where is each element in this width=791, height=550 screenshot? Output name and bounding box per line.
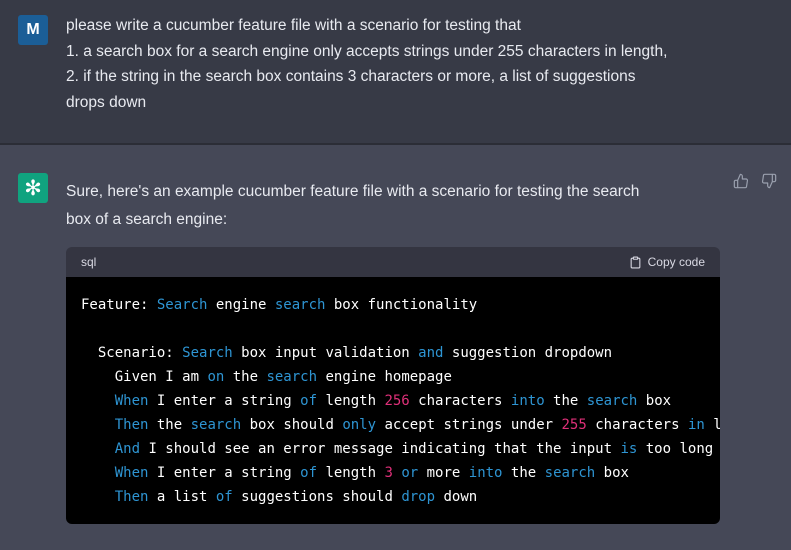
- thumbs-up-button[interactable]: [733, 173, 749, 189]
- copy-code-label: Copy code: [648, 255, 705, 269]
- thumbs-down-icon: [761, 177, 777, 192]
- user-message-line: please write a cucumber feature file wit…: [66, 13, 732, 39]
- assistant-avatar: ✻: [18, 173, 48, 203]
- feedback-buttons: [733, 173, 777, 189]
- avatar-gutter: M: [18, 13, 66, 45]
- chat-thread: M please write a cucumber feature file w…: [0, 0, 791, 548]
- user-message: please write a cucumber feature file wit…: [66, 13, 732, 115]
- code-line: Feature: Search engine search box functi…: [81, 293, 705, 317]
- avatar-gutter: ✻: [18, 172, 66, 203]
- thumbs-down-button[interactable]: [761, 173, 777, 189]
- user-message-row: M please write a cucumber feature file w…: [0, 0, 791, 145]
- assistant-message-line: Sure, here's an example cucumber feature…: [66, 178, 732, 206]
- code-line: Given I am on the search engine homepage: [81, 365, 705, 389]
- assistant-message-line: box of a search engine:: [66, 206, 732, 234]
- code-line: Scenario: Search box input validation an…: [81, 341, 705, 365]
- user-message-line: drops down: [66, 90, 732, 116]
- code-line: When I enter a string of length 256 char…: [81, 389, 705, 413]
- clipboard-icon: [629, 255, 642, 270]
- code-line: And I should see an error message indica…: [81, 437, 705, 461]
- code-content[interactable]: Feature: Search engine search box functi…: [66, 277, 720, 524]
- code-line: When I enter a string of length 3 or mor…: [81, 461, 705, 485]
- code-line: Then the search box should only accept s…: [81, 413, 705, 437]
- user-message-line: 2. if the string in the search box conta…: [66, 64, 732, 90]
- assistant-message: Sure, here's an example cucumber feature…: [66, 172, 732, 524]
- thumbs-up-icon: [733, 177, 749, 192]
- code-block: sql Copy code Feature: Search engine sea…: [66, 247, 720, 524]
- code-line: Then a list of suggestions should drop d…: [81, 485, 705, 509]
- user-message-line: 1. a search box for a search engine only…: [66, 39, 732, 65]
- code-block-header: sql Copy code: [66, 247, 720, 277]
- user-avatar: M: [18, 15, 48, 45]
- code-line: [81, 317, 705, 341]
- assistant-message-row: ✻ Sure, here's an example cucumber featu…: [0, 145, 791, 548]
- code-language-label: sql: [81, 255, 96, 269]
- copy-code-button[interactable]: Copy code: [629, 255, 705, 270]
- assistant-message-text: Sure, here's an example cucumber feature…: [66, 178, 732, 234]
- openai-logo-icon: ✻: [24, 178, 42, 199]
